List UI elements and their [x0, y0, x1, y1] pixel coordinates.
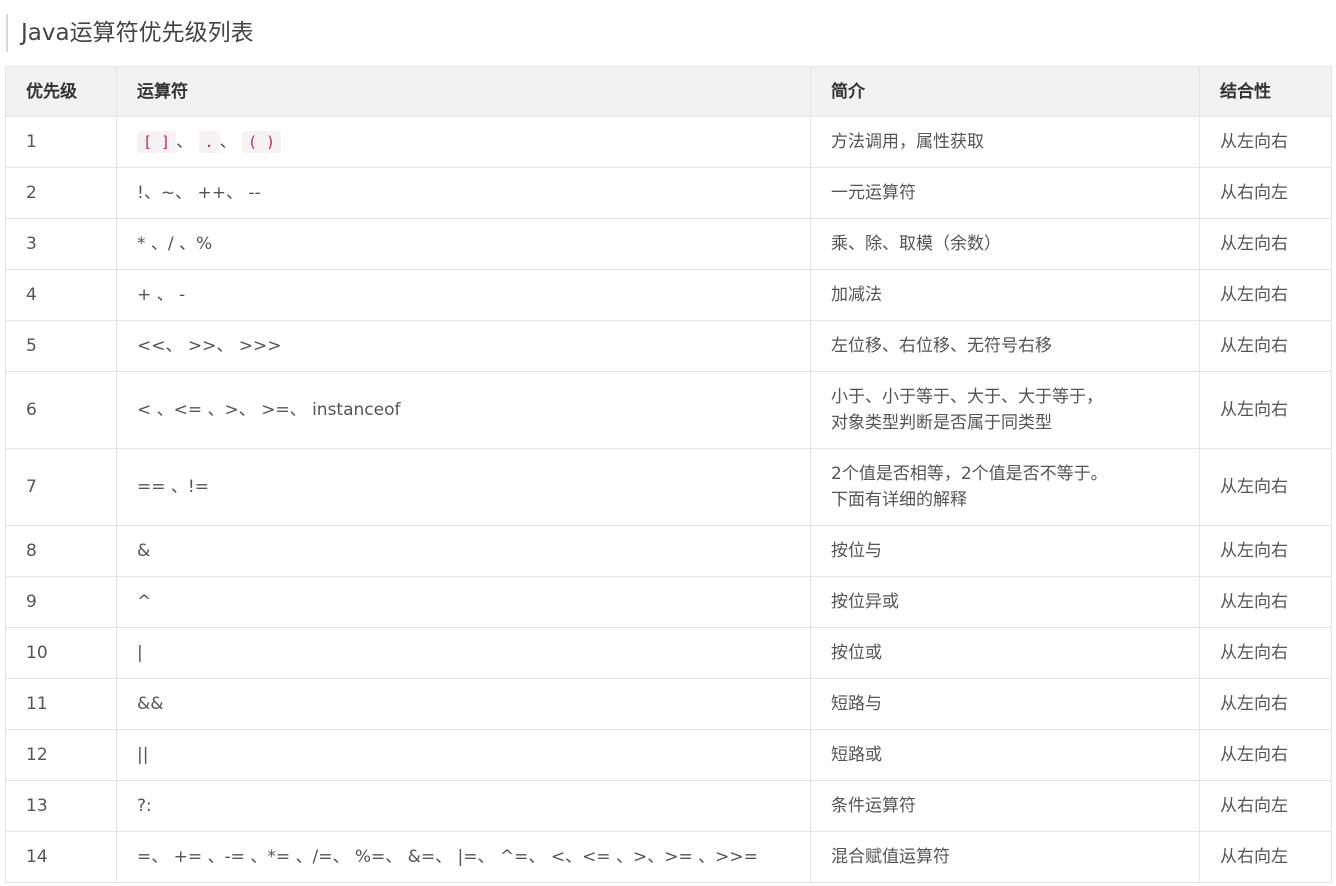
associativity-cell: 从左向右: [1199, 371, 1332, 449]
level-cell: 10: [5, 627, 117, 679]
description-cell: 条件运算符: [810, 780, 1200, 832]
operator-cell: ?:: [116, 780, 811, 832]
level-cell: 4: [5, 269, 117, 321]
associativity-cell: 从右向左: [1199, 831, 1332, 883]
table-row: 2 !、~、 ++、 -- 一元运算符 从右向左: [5, 167, 1332, 219]
description-cell: 一元运算符: [810, 167, 1200, 219]
code-snippet: ( ): [241, 131, 282, 153]
associativity-cell: 从左向右: [1199, 729, 1332, 781]
operator-cell: + 、 -: [116, 269, 811, 321]
table-row: 7 == 、!= 2个值是否相等，2个值是否不等于。 下面有详细的解释 从左向右: [5, 448, 1332, 526]
code-snippet: [ ]: [137, 131, 177, 153]
description-cell: 2个值是否相等，2个值是否不等于。 下面有详细的解释: [810, 448, 1200, 526]
description-cell: 乘、除、取模（余数）: [810, 218, 1200, 270]
description-line: 按位或: [831, 643, 882, 663]
operator-cell: == 、!=: [116, 448, 811, 526]
table-header-row: 优先级 运算符 简介 结合性: [5, 66, 1332, 117]
level-cell: 2: [5, 167, 117, 219]
description-line: 一元运算符: [831, 183, 916, 203]
description-cell: 左位移、右位移、无符号右移: [810, 320, 1200, 372]
operator-priority-table: 优先级 运算符 简介 结合性 1 [ ]、 .、 ( ) 方法调用，属性获取 从…: [5, 66, 1332, 883]
operator-cell: &: [116, 525, 811, 577]
level-cell: 9: [5, 576, 117, 628]
description-line: 对象类型判断是否属于同类型: [831, 413, 1052, 433]
operator-cell: <<、 >>、 >>>: [116, 320, 811, 372]
description-line: 小于、小于等于、大于、大于等于，: [831, 387, 1103, 407]
associativity-cell: 从左向右: [1199, 576, 1332, 628]
code-snippet: .: [198, 131, 220, 153]
description-line: 条件运算符: [831, 796, 916, 816]
description-line: 短路与: [831, 694, 882, 714]
table-row: 6 < 、<= 、>、 >=、 instanceof 小于、小于等于、大于、大于…: [5, 371, 1332, 449]
operator-cell: [ ]、 .、 ( ): [116, 116, 811, 168]
table-row: 9 ^ 按位异或 从左向右: [5, 576, 1332, 628]
separator: 、: [176, 132, 194, 152]
table-row: 14 =、 += 、-= 、*= 、/=、 %=、 &=、 |=、 ^=、 <、…: [5, 831, 1332, 883]
operator-cell: ||: [116, 729, 811, 781]
description-cell: 按位或: [810, 627, 1200, 679]
description-line: 混合赋值运算符: [831, 847, 950, 867]
associativity-cell: 从左向右: [1199, 116, 1332, 168]
description-cell: 按位与: [810, 525, 1200, 577]
associativity-cell: 从左向右: [1199, 320, 1332, 372]
description-cell: 方法调用，属性获取: [810, 116, 1200, 168]
associativity-cell: 从左向右: [1199, 269, 1332, 321]
operator-cell: ^: [116, 576, 811, 628]
operator-cell: =、 += 、-= 、*= 、/=、 %=、 &=、 |=、 ^=、 <、<= …: [116, 831, 811, 883]
description-line: 加减法: [831, 285, 882, 305]
level-cell: 8: [5, 525, 117, 577]
description-cell: 小于、小于等于、大于、大于等于， 对象类型判断是否属于同类型: [810, 371, 1200, 449]
page-title: Java运算符优先级列表: [6, 14, 254, 52]
header-level: 优先级: [5, 66, 117, 117]
table-row: 11 && 短路与 从左向右: [5, 678, 1332, 730]
level-cell: 3: [5, 218, 117, 270]
separator: 、: [219, 132, 237, 152]
level-cell: 7: [5, 448, 117, 526]
table-row: 1 [ ]、 .、 ( ) 方法调用，属性获取 从左向右: [5, 116, 1332, 168]
associativity-cell: 从左向右: [1199, 218, 1332, 270]
operator-cell: &&: [116, 678, 811, 730]
operator-cell: !、~、 ++、 --: [116, 167, 811, 219]
level-cell: 12: [5, 729, 117, 781]
description-cell: 短路与: [810, 678, 1200, 730]
associativity-cell: 从左向右: [1199, 627, 1332, 679]
associativity-cell: 从右向左: [1199, 780, 1332, 832]
description-line: 短路或: [831, 745, 882, 765]
table-row: 12 || 短路或 从左向右: [5, 729, 1332, 781]
table-row: 5 <<、 >>、 >>> 左位移、右位移、无符号右移 从左向右: [5, 320, 1332, 372]
operator-cell: < 、<= 、>、 >=、 instanceof: [116, 371, 811, 449]
associativity-cell: 从左向右: [1199, 525, 1332, 577]
table-row: 4 + 、 - 加减法 从左向右: [5, 269, 1332, 321]
associativity-cell: 从右向左: [1199, 167, 1332, 219]
level-cell: 13: [5, 780, 117, 832]
associativity-cell: 从左向右: [1199, 678, 1332, 730]
level-cell: 6: [5, 371, 117, 449]
level-cell: 5: [5, 320, 117, 372]
description-cell: 混合赋值运算符: [810, 831, 1200, 883]
table-row: 3 * 、/ 、% 乘、除、取模（余数） 从左向右: [5, 218, 1332, 270]
level-cell: 14: [5, 831, 117, 883]
operator-cell: |: [116, 627, 811, 679]
description-cell: 按位异或: [810, 576, 1200, 628]
description-line: 下面有详细的解释: [831, 490, 967, 510]
description-line: 左位移、右位移、无符号右移: [831, 336, 1052, 356]
header-operator: 运算符: [116, 66, 811, 117]
header-associativity: 结合性: [1199, 66, 1332, 117]
description-cell: 短路或: [810, 729, 1200, 781]
description-line: 2个值是否相等，2个值是否不等于。: [831, 464, 1108, 484]
description-line: 按位异或: [831, 592, 899, 612]
associativity-cell: 从左向右: [1199, 448, 1332, 526]
operator-cell: * 、/ 、%: [116, 218, 811, 270]
description-line: 按位与: [831, 541, 882, 561]
table-row: 8 & 按位与 从左向右: [5, 525, 1332, 577]
description-line: 乘、除、取模（余数）: [831, 234, 1001, 254]
header-description: 简介: [810, 66, 1200, 117]
level-cell: 11: [5, 678, 117, 730]
description-cell: 加减法: [810, 269, 1200, 321]
level-cell: 1: [5, 116, 117, 168]
table-row: 10 | 按位或 从左向右: [5, 627, 1332, 679]
table-row: 13 ?: 条件运算符 从右向左: [5, 780, 1332, 832]
